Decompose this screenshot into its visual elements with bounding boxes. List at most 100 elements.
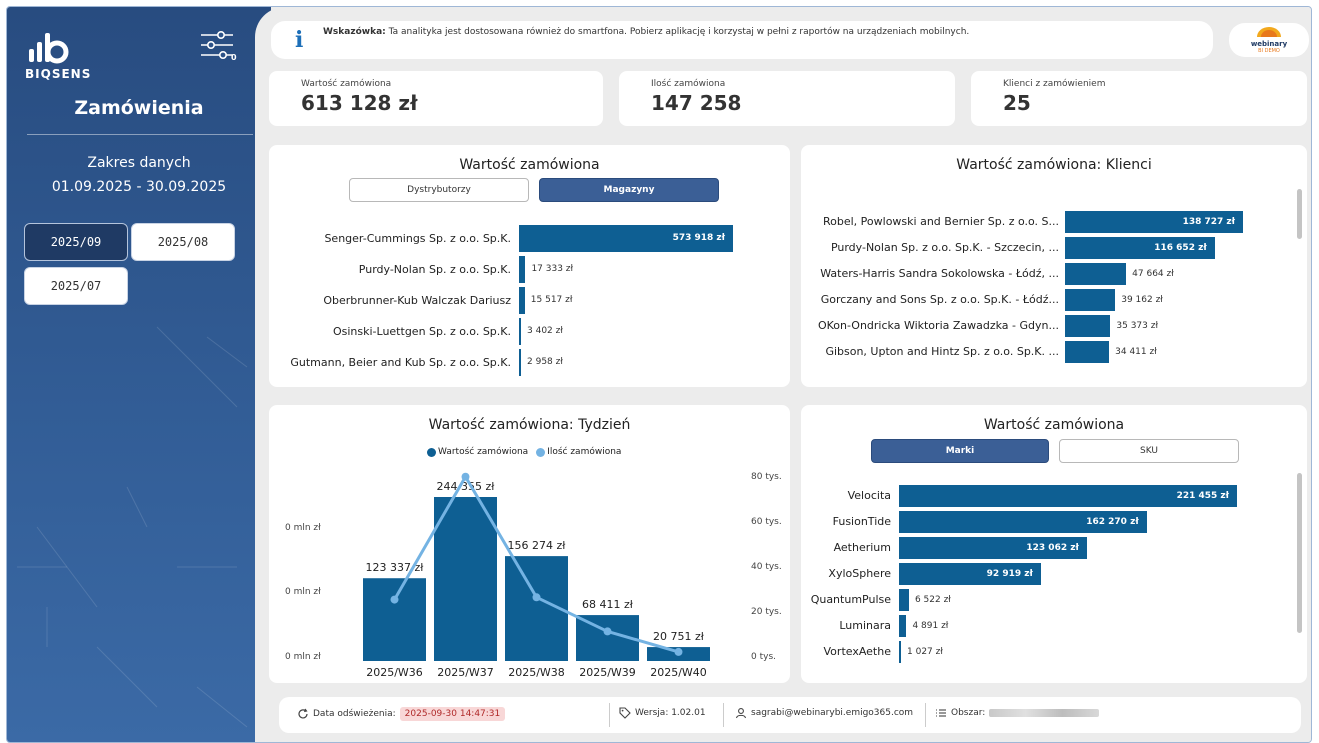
version-info: Wersja: 1.02.01 — [619, 707, 706, 719]
clients-chart-card: Wartość zamówiona: Klienci Robel, Powlow… — [801, 145, 1307, 387]
bar[interactable] — [519, 256, 526, 283]
week-bar[interactable] — [434, 497, 497, 661]
toggle-marki[interactable]: Marki — [871, 439, 1049, 463]
user-icon — [735, 708, 747, 719]
bar-value-label: 4 891 zł — [912, 620, 949, 631]
chart-title: Wartość zamówiona: Klienci — [956, 157, 1152, 173]
area-info: Obszar: — [935, 707, 1100, 719]
bar-value-label: 123 062 zł — [1026, 542, 1079, 553]
distributors-chart-card: Wartość zamówiona Dystrybutorzy Magazyny… — [269, 145, 790, 387]
x-axis-label: 2025/W38 — [508, 666, 565, 679]
bar-label: Gorczany and Sons Sp. z o.o. Sp.K. - Łód… — [820, 293, 1059, 306]
bar-label: Velocita — [847, 489, 891, 502]
kpi-card-clients: Klienci z zamówieniem 25 — [971, 71, 1307, 126]
line-point[interactable] — [390, 595, 399, 604]
line-point[interactable] — [603, 627, 612, 636]
bar[interactable] — [1065, 341, 1110, 363]
bar-value-label: 138 727 zł — [1182, 216, 1235, 227]
line-point[interactable] — [674, 647, 683, 656]
refresh-label: Data odświeżenia: — [313, 709, 396, 719]
bar-label: XyloSphere — [828, 567, 891, 580]
refresh-icon[interactable] — [297, 708, 309, 720]
footer-divider — [925, 703, 926, 727]
bar-value-label: 47 664 zł — [1132, 268, 1174, 279]
bar-value-label: 34 411 zł — [1115, 346, 1157, 357]
bar-value-label: 15 517 zł — [530, 295, 573, 305]
kpi-value: 147 258 — [651, 91, 742, 115]
bar-label: Waters-Harris Sandra Sokolowska - Łódź, … — [820, 267, 1059, 280]
bar[interactable] — [1065, 263, 1127, 285]
bar-value-label: 35 373 zł — [1116, 320, 1159, 331]
bar[interactable] — [899, 615, 907, 637]
bar-value-label: 1 027 zł — [907, 646, 943, 657]
toggle-magazyny[interactable]: Magazyny — [539, 178, 719, 202]
bar-value-label: 244 355 zł — [437, 480, 496, 493]
bar[interactable] — [899, 589, 909, 611]
bar-label: Gutmann, Beier and Kub Sp. z o.o. Sp.K. — [290, 355, 511, 369]
webinary-subtext: BI DEMO — [1258, 48, 1280, 54]
bar[interactable] — [1065, 315, 1111, 337]
bar-label: Gibson, Upton and Hintz Sp. z o.o. Sp.K.… — [825, 345, 1059, 358]
brand-name: BIQSENS — [25, 67, 92, 81]
scrollbar[interactable] — [1297, 473, 1302, 633]
line-point[interactable] — [532, 593, 541, 602]
period-button-2025-09[interactable]: 2025/09 — [24, 223, 128, 261]
period-button-2025-07[interactable]: 2025/07 — [24, 267, 128, 305]
tip-banner: i Wskazówka: Ta analityka jest dostosowa… — [271, 21, 1213, 59]
kpi-label: Wartość zamówiona — [301, 79, 392, 89]
bar-label: QuantumPulse — [810, 593, 891, 606]
footer-divider — [609, 703, 610, 727]
bar[interactable] — [519, 318, 521, 345]
chart-title: Wartość zamówiona — [459, 157, 600, 173]
bar-value-label: 3 402 zł — [527, 326, 563, 336]
bar-label: VortexAethe — [823, 645, 891, 658]
bar-label: Aetherium — [833, 541, 891, 554]
filter-count-badge: 0 — [231, 53, 237, 62]
app-frame: BIQSENS 0 Zamówienia Zakres danych 01.09… — [6, 6, 1312, 743]
bar-value-label: 2 958 zł — [527, 357, 563, 367]
line-point[interactable] — [461, 472, 470, 481]
bar-value-label: 221 455 zł — [1176, 490, 1229, 501]
bar-value-label: 116 652 zł — [1154, 242, 1207, 253]
bar-label: Osinski-Luettgen Sp. z o.o. Sp.K. — [332, 324, 511, 338]
bar-label: Luminara — [839, 619, 891, 632]
refresh-date-badge: 2025-09-30 14:47:31 — [399, 707, 506, 721]
kpi-card-order-value: Wartość zamówiona 613 128 zł — [269, 71, 603, 126]
status-footer: Data odświeżenia: 2025-09-30 14:47:31 We… — [279, 697, 1301, 733]
period-button-2025-08[interactable]: 2025/08 — [131, 223, 235, 261]
bar-label: Senger-Cummings Sp. z o.o. Sp.K. — [324, 231, 511, 245]
bar-value-label: 6 522 zł — [914, 594, 951, 605]
toggle-dystrybutorzy[interactable]: Dystrybutorzy — [349, 178, 529, 202]
webinary-badge[interactable]: webinary BI DEMO — [1229, 23, 1309, 57]
bar-value-label: 92 919 zł — [986, 568, 1033, 579]
bar[interactable] — [519, 349, 521, 376]
date-range-label: Zakres danych — [87, 155, 191, 171]
bar[interactable] — [899, 641, 901, 663]
weekly-chart-card: Wartość zamówiona: Tydzień Wartość zamów… — [269, 405, 790, 683]
bar[interactable] — [519, 287, 525, 314]
bar-value-label: 68 411 zł — [582, 598, 634, 611]
sidebar-divider — [27, 134, 253, 135]
bar-value-label: 573 918 zł — [672, 233, 725, 243]
toggle-sku[interactable]: SKU — [1059, 439, 1239, 463]
main-content: i Wskazówka: Ta analityka jest dostosowa… — [255, 7, 1311, 742]
bar-value-label: 39 162 zł — [1121, 294, 1163, 305]
bar-value-label: 156 274 zł — [508, 539, 567, 552]
bar-value-label: 17 333 zł — [531, 264, 574, 274]
bar-label: Robel, Powlowski and Bernier Sp. z o.o. … — [823, 215, 1059, 228]
kpi-label: Ilość zamówiona — [651, 79, 726, 89]
chart-title: Wartość zamówiona — [983, 417, 1125, 433]
bar-label: Oberbrunner-Kub Walczak Dariusz — [323, 293, 511, 307]
week-bar[interactable] — [363, 578, 426, 661]
x-axis-label: 2025/W39 — [579, 666, 636, 679]
date-range-value: 01.09.2025 - 30.09.2025 — [51, 179, 227, 195]
kpi-value: 613 128 zł — [301, 91, 418, 115]
tag-icon — [619, 707, 631, 719]
refresh-info: Data odświeżenia: 2025-09-30 14:47:31 — [297, 707, 506, 721]
tip-text: Wskazówka: Ta analityka jest dostosowana… — [323, 27, 970, 37]
bar[interactable] — [1065, 289, 1116, 311]
scrollbar[interactable] — [1297, 189, 1302, 239]
footer-divider — [723, 703, 724, 727]
kpi-label: Klienci z zamówieniem — [1003, 79, 1106, 89]
user-email: sagrabi@webinarybi.emigo365.com — [751, 708, 914, 718]
